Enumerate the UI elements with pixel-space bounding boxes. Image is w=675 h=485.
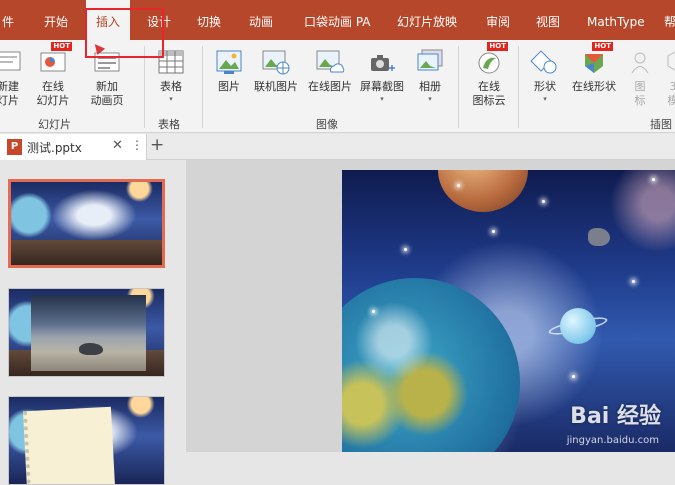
group-label-illustrations: 插图 — [650, 118, 672, 131]
star — [632, 280, 635, 283]
thumbnail-rock — [79, 342, 104, 355]
chevron-down-icon: ▾ — [428, 95, 432, 103]
table-icon — [156, 48, 186, 76]
ribbon-divider — [458, 46, 459, 128]
slide-thumbnail-2[interactable] — [8, 288, 165, 377]
picture-icon — [214, 48, 244, 76]
slide-thumbnail-3[interactable] — [8, 396, 165, 485]
online-picture-linked-button[interactable]: 联机图片 — [250, 44, 302, 120]
add-animation-page-button[interactable]: 新加 动画页 — [82, 44, 132, 120]
menu-mathtype[interactable]: MathType — [587, 0, 645, 40]
table-button[interactable]: 表格 ▾ — [152, 44, 190, 120]
star — [652, 178, 655, 181]
close-icon[interactable]: ✕ — [112, 138, 123, 153]
camera-icon — [367, 48, 397, 76]
chevron-down-icon: ▾ — [543, 95, 547, 103]
slide-thumbnail-pane — [0, 160, 180, 485]
add-tab-button[interactable]: + — [150, 135, 164, 155]
group-label-images: 图像 — [316, 118, 338, 131]
shapes-icon — [530, 48, 560, 76]
online-picture-icon — [315, 48, 345, 76]
menu-transitions[interactable]: 切换 — [197, 0, 221, 40]
star — [492, 230, 495, 233]
icon-cloud-icon: HOT — [474, 42, 508, 76]
menu-design[interactable]: 设计 — [147, 0, 171, 40]
group-label-slides: 幻灯片 — [38, 118, 71, 131]
group-label-tables: 表格 — [158, 118, 180, 131]
chevron-down-icon: ▾ — [169, 95, 173, 103]
current-slide[interactable]: Bai 经验 jingyan.baidu.com — [342, 170, 675, 452]
menu-slideshow[interactable]: 幻灯片放映 — [397, 0, 457, 40]
ribbon-divider — [144, 46, 145, 128]
hot-badge: HOT — [592, 42, 613, 51]
picture-button[interactable]: 图片 — [210, 44, 248, 120]
album-button[interactable]: 相册 ▾ — [410, 44, 450, 120]
online-icon-cloud-button[interactable]: HOT 在线 图标云 — [466, 42, 512, 120]
baidu-watermark-url: jingyan.baidu.com — [566, 435, 659, 446]
hot-badge: HOT — [487, 42, 508, 51]
album-icon — [415, 48, 445, 76]
earth-image — [342, 278, 520, 452]
online-shapes-button[interactable]: HOT 在线形状 — [566, 42, 622, 120]
hot-badge: HOT — [51, 42, 72, 51]
online-picture-button[interactable]: 在线图片 — [304, 44, 356, 120]
document-tab-title: 测试.pptx — [27, 141, 82, 155]
asteroid-image — [588, 228, 610, 246]
new-slide-icon — [0, 48, 23, 76]
menu-bar: 件 开始 插入 设计 切换 动画 口袋动画 PA 幻灯片放映 审阅 视图 Mat… — [0, 0, 675, 40]
slide-thumbnail-1[interactable] — [8, 179, 165, 268]
document-tab[interactable]: P 测试.pptx ✕ ⋮ — [0, 134, 147, 160]
icons-icon — [625, 48, 655, 76]
star — [372, 310, 375, 313]
screenshot-button[interactable]: 屏幕截图 ▾ — [357, 44, 407, 120]
star — [572, 375, 575, 378]
menu-view[interactable]: 视图 — [536, 0, 560, 40]
icons-button[interactable]: 图 标 — [624, 44, 656, 120]
ribbon-insert: 新建 灯片 HOT 在线 幻灯片 新加 动画页 幻灯片 表格 ▾ 表格 图片 联… — [0, 40, 675, 133]
thumbnail-paper-image — [22, 406, 116, 484]
thumbnail-desk-image — [11, 240, 162, 265]
powerpoint-file-icon: P — [7, 139, 22, 155]
cube-icon — [660, 48, 675, 76]
ribbon-divider — [518, 46, 519, 128]
chevron-down-icon: ▾ — [380, 95, 384, 103]
slide-editor-canvas: Bai 经验 jingyan.baidu.com — [186, 160, 675, 452]
baidu-watermark: Bai 经验 — [570, 404, 661, 429]
menu-file[interactable]: 件 — [0, 0, 22, 40]
star — [404, 248, 407, 251]
ringed-planet-image — [560, 308, 596, 344]
model-3d-button[interactable]: 3 模 — [660, 44, 675, 120]
online-shapes-icon: HOT — [579, 42, 613, 76]
menu-review[interactable]: 审阅 — [486, 0, 510, 40]
menu-help[interactable]: 帮 — [664, 0, 675, 40]
orange-planet-image — [438, 170, 528, 212]
shapes-button[interactable]: 形状 ▾ — [526, 44, 564, 120]
new-slide-button[interactable]: 新建 灯片 — [0, 44, 24, 120]
online-slide-button[interactable]: HOT 在线 幻灯片 — [30, 42, 76, 120]
menu-insert[interactable]: 插入 — [86, 0, 130, 40]
more-options-icon[interactable]: ⋮ — [131, 138, 143, 152]
document-tab-strip: P 测试.pptx ✕ ⋮ + — [0, 134, 675, 160]
menu-pocket-animation[interactable]: 口袋动画 PA — [304, 0, 371, 40]
thumbnail-landscape-photo — [31, 295, 146, 371]
menu-animations[interactable]: 动画 — [249, 0, 273, 40]
star — [457, 184, 460, 187]
online-slide-icon: HOT — [38, 42, 72, 76]
star — [542, 200, 545, 203]
menu-home[interactable]: 开始 — [44, 0, 68, 40]
ribbon-divider — [202, 46, 203, 128]
linked-picture-icon — [261, 48, 291, 76]
